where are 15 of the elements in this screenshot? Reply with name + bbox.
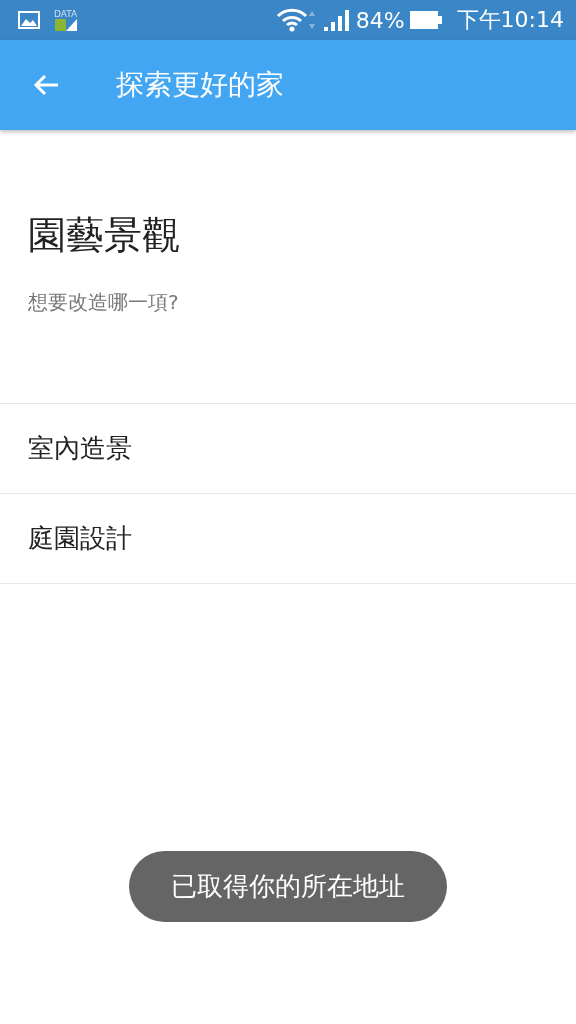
battery-percentage: 84% [355,7,405,33]
signal-icon [322,8,351,32]
app-bar-title: 探索更好的家 [116,67,284,103]
wifi-icon [275,8,318,32]
image-icon [18,11,40,29]
clock: 下午10:14 [456,6,564,34]
toast-message: 已取得你的所在地址 [129,851,447,922]
page-heading: 園藝景觀 [28,212,181,259]
option-item[interactable]: 室內造景 [0,404,576,494]
back-icon[interactable] [32,73,60,97]
battery-icon [409,10,442,30]
page-subtitle: 想要改造哪一項? [28,289,180,316]
option-item[interactable]: 庭園設計 [0,494,576,584]
data-icon [54,19,77,31]
data-label: DATA [54,9,78,19]
